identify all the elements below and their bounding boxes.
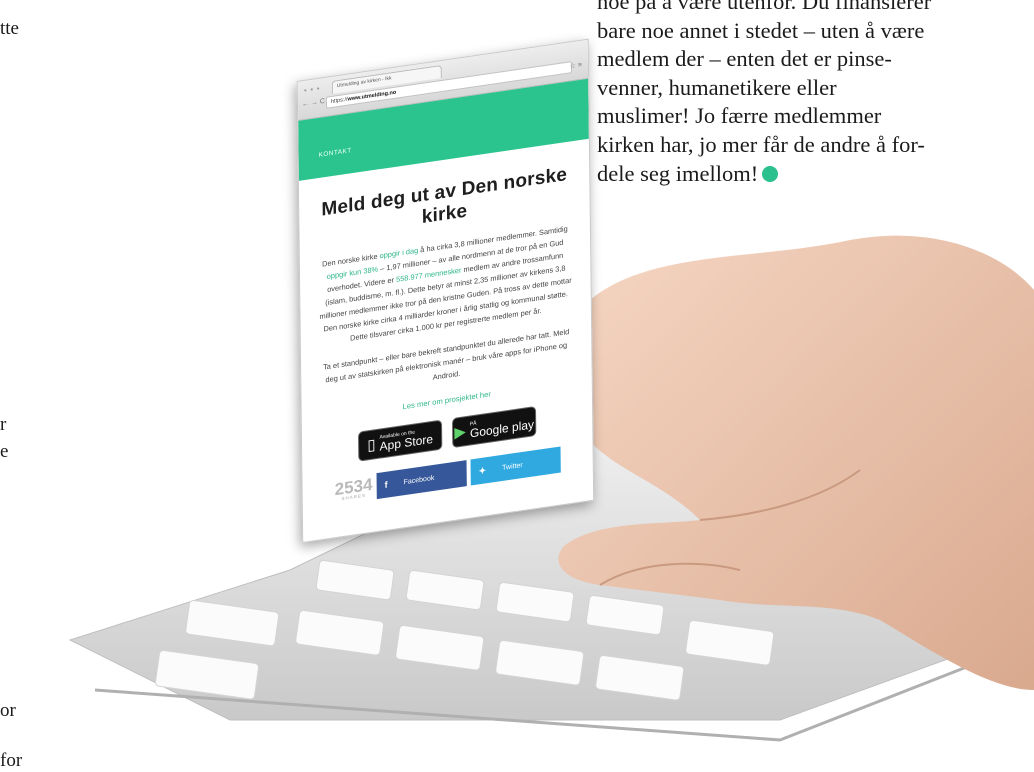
laptop-screen: ● ● ● Utmelding av kirken - Ikk ← → C ht… bbox=[296, 0, 615, 580]
nav-link-kontakt[interactable]: KONTAKT bbox=[319, 147, 352, 159]
article-text: noe på å være utenfor. Du finansierer ba… bbox=[597, 0, 1017, 188]
window-controls[interactable]: ● ● ● bbox=[304, 86, 321, 94]
facebook-label: Facebook bbox=[403, 474, 435, 486]
apple-icon: ▯ bbox=[367, 435, 376, 454]
google-play-button[interactable]: ▶ PÅ Google play bbox=[451, 405, 537, 449]
end-dot-icon bbox=[762, 165, 779, 182]
twitter-icon: ✦ bbox=[478, 464, 487, 476]
article-line: medlem der – enten det er pinse- bbox=[597, 46, 892, 72]
app-store-button[interactable]: ▯ Available on the App Store bbox=[357, 419, 443, 462]
facebook-share-button[interactable]: f Facebook bbox=[376, 460, 467, 500]
url-host: www.utmelding.no bbox=[347, 89, 397, 103]
twitter-share-button[interactable]: ✦ Twitter bbox=[470, 446, 561, 486]
link-oppgir-i-dag[interactable]: oppgir i dag bbox=[380, 246, 419, 261]
twitter-label: Twitter bbox=[502, 461, 523, 472]
url-prefix: https:// bbox=[330, 96, 348, 106]
article-line: kirken har, jo mer får de andre å for- bbox=[597, 131, 925, 157]
article-line-last: dele seg imellom! bbox=[597, 160, 1017, 189]
site-content: Meld deg ut av Den norske kirke Den nors… bbox=[299, 139, 593, 510]
article-line: muslimer! Jo færre medlemmer bbox=[597, 103, 882, 129]
article-line: noe på å være utenfor. Du finansierer bbox=[597, 0, 932, 14]
play-icon: ▶ bbox=[454, 422, 467, 442]
article-line: venner, humanetikere eller bbox=[597, 74, 837, 100]
nav-buttons-icon[interactable]: ← → C bbox=[302, 98, 325, 108]
article-line: bare noe annet i stedet – uten å være bbox=[597, 17, 925, 43]
browser-tools-icon[interactable]: ☆ ≡ bbox=[570, 61, 582, 71]
share-count: 2534 SHARES bbox=[335, 475, 373, 503]
facebook-icon: f bbox=[384, 479, 388, 490]
article-line: dele seg imellom! bbox=[597, 160, 759, 186]
para-text: medlem av andre trossamfunn (islam, budd… bbox=[319, 250, 572, 343]
browser-window: ● ● ● Utmelding av kirken - Ikk ← → C ht… bbox=[296, 38, 595, 543]
